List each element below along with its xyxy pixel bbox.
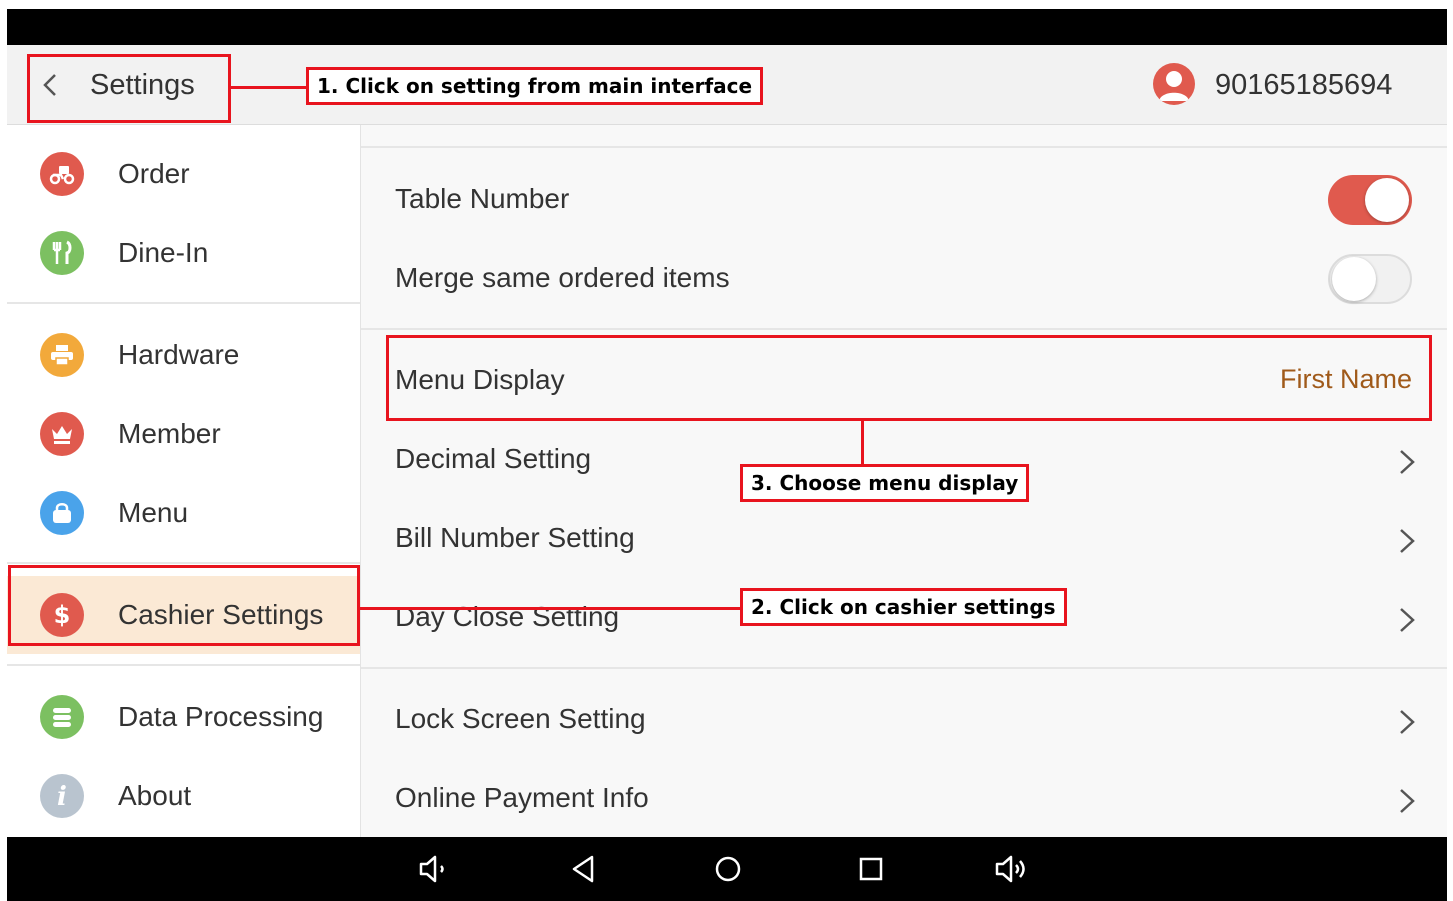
sidebar-item-label: Data Processing [118, 701, 324, 732]
chevron-right-icon [1400, 789, 1415, 813]
section-divider [361, 328, 1447, 330]
database-icon [40, 695, 84, 739]
setting-row-table-number: Table Number [361, 161, 1447, 239]
sidebar-item-member[interactable]: Member [7, 395, 360, 473]
sidebar-item-data-processing[interactable]: Data Processing [7, 678, 360, 756]
volume-down-icon[interactable] [417, 851, 453, 887]
annotation-settings-highlight [27, 54, 231, 123]
bag-icon [40, 491, 84, 535]
sidebar-divider [7, 562, 360, 564]
setting-row-merge-items: Merge same ordered items [361, 240, 1447, 318]
toggle-knob [1365, 178, 1409, 222]
setting-label: Merge same ordered items [395, 262, 730, 293]
sidebar-item-hardware[interactable]: Hardware [7, 316, 360, 394]
chevron-right-icon [1400, 710, 1415, 734]
volume-up-icon[interactable] [995, 851, 1031, 887]
android-nav-bar [7, 837, 1447, 901]
chevron-right-icon [1400, 529, 1415, 553]
recents-nav-icon[interactable] [853, 851, 889, 887]
setting-row-lock-screen[interactable]: Lock Screen Setting [361, 681, 1447, 759]
setting-row-online-payment[interactable]: Online Payment Info [361, 760, 1447, 838]
sidebar-item-label: Hardware [118, 339, 240, 370]
sidebar-item-about[interactable]: i About [7, 757, 360, 835]
annotation-connector [861, 421, 864, 465]
annotation-step-1: 1. Click on setting from main interface [306, 67, 764, 105]
sidebar-item-menu[interactable]: Menu [7, 474, 360, 552]
device-screen: Settings 90165185694 Order Dine-In Hardw… [7, 9, 1447, 901]
section-divider [361, 667, 1447, 669]
sidebar-item-order[interactable]: Order [7, 135, 360, 213]
utensils-icon [40, 231, 84, 275]
sidebar-divider [7, 302, 360, 304]
table-number-toggle[interactable] [1328, 175, 1412, 225]
info-icon: i [40, 774, 84, 818]
sidebar-divider [7, 664, 360, 666]
chevron-right-icon [1400, 608, 1415, 632]
sidebar-item-label: About [118, 780, 192, 811]
scooter-icon [40, 152, 84, 196]
annotation-connector [360, 607, 742, 610]
toggle-knob [1332, 257, 1376, 301]
setting-label: Lock Screen Setting [395, 703, 646, 734]
annotation-cashier-highlight [8, 565, 360, 646]
annotation-menu-display-highlight [386, 335, 1432, 421]
setting-label: Day Close Setting [395, 601, 620, 632]
merge-items-toggle[interactable] [1328, 254, 1412, 304]
annotation-step-2: 2. Click on cashier settings [740, 588, 1067, 626]
printer-icon [40, 333, 84, 377]
status-bar [7, 9, 1447, 45]
sidebar-item-dine-in[interactable]: Dine-In [7, 214, 360, 292]
home-nav-icon[interactable] [710, 851, 746, 887]
sidebar: Order Dine-In Hardware Member Menu $ Cas… [7, 125, 361, 837]
crown-icon [40, 412, 84, 456]
user-id: 90165185694 [1215, 69, 1393, 101]
setting-label: Table Number [395, 183, 570, 214]
setting-label: Bill Number Setting [395, 522, 635, 553]
annotation-connector [231, 86, 307, 89]
sidebar-item-label: Dine-In [118, 237, 209, 268]
chevron-right-icon [1400, 450, 1415, 474]
setting-label: Online Payment Info [395, 782, 649, 813]
section-divider [361, 146, 1447, 148]
svg-text:i: i [57, 782, 67, 810]
setting-row-bill-number[interactable]: Bill Number Setting [361, 500, 1447, 578]
back-nav-icon[interactable] [566, 851, 602, 887]
user-avatar-icon[interactable] [1153, 63, 1195, 105]
sidebar-item-label: Menu [118, 497, 189, 528]
setting-label: Decimal Setting [395, 443, 592, 474]
sidebar-item-label: Member [118, 418, 221, 449]
annotation-step-3: 3. Choose menu display [740, 464, 1030, 502]
sidebar-item-label: Order [118, 158, 190, 189]
